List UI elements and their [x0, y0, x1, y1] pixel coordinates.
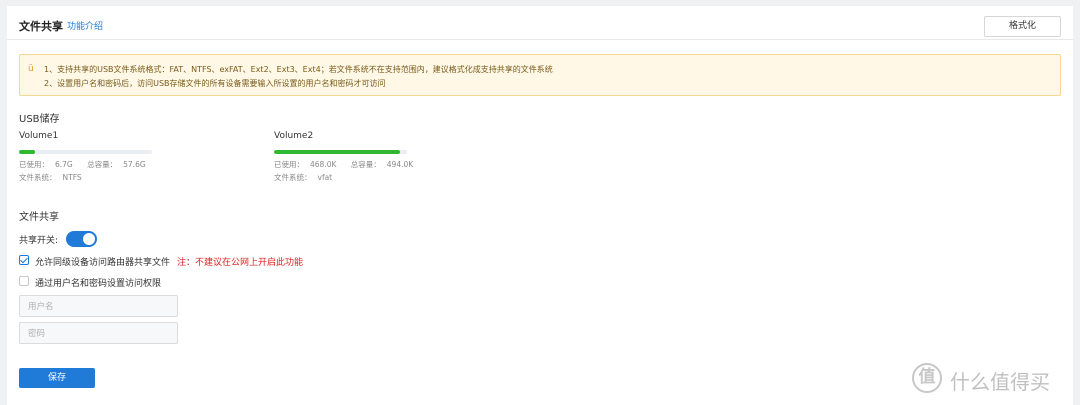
volume-usage-text: 已使用： 6.7G 总容量： 57.6G	[19, 160, 146, 169]
format-button[interactable]: 格式化	[984, 16, 1061, 37]
smile-icon: ü	[28, 64, 34, 74]
password-input[interactable]	[19, 322, 178, 344]
volume-usage-bar	[19, 150, 152, 154]
watermark-logo-icon: 值	[912, 363, 942, 393]
page-title: 文件共享	[19, 20, 63, 33]
warning-text: 注：不建议在公网上开启此功能	[177, 258, 304, 268]
notice-line-1: 1、支持共享的USB文件系统格式：FAT、NTFS、exFAT、Ext2、Ext…	[44, 65, 553, 74]
watermark: 值 什么值得买	[912, 362, 1072, 396]
watermark-text: 什么值得买	[950, 370, 1050, 394]
share-toggle[interactable]	[66, 231, 97, 247]
volume-name: Volume2	[274, 131, 314, 141]
volume-usage-fill	[19, 150, 35, 154]
notice-line-2: 2、设置用户名和密码后，访问USB存储文件的所有设备需要输入所设置的用户名和密码…	[44, 79, 386, 88]
notice-box: ü 1、支持共享的USB文件系统格式：FAT、NTFS、exFAT、Ext2、E…	[19, 54, 1061, 96]
share-section-title: 文件共享	[19, 212, 59, 223]
help-link[interactable]: 功能介绍	[67, 19, 103, 32]
file-share-panel: 文件共享 功能介绍 格式化 ü 1、支持共享的USB文件系统格式：FAT、NTF…	[7, 6, 1073, 405]
volume-fs-text: 文件系统： vfat	[274, 173, 333, 182]
username-input[interactable]	[19, 295, 178, 317]
volume-name: Volume1	[19, 131, 59, 141]
volume-fs-text: 文件系统： NTFS	[19, 173, 82, 182]
panel-header: 文件共享 功能介绍 格式化	[7, 6, 1073, 40]
allow-lan-label: 允许同级设备访问路由器共享文件	[35, 258, 171, 268]
usb-section-title: USB储存	[19, 114, 60, 125]
save-button[interactable]: 保存	[19, 368, 95, 388]
toggle-knob	[83, 233, 95, 245]
auth-label: 通过用户名和密码设置访问权限	[35, 279, 162, 289]
volume-usage-bar	[274, 150, 407, 154]
auth-checkbox[interactable]	[19, 276, 29, 286]
volume-usage-text: 已使用： 468.0K 总容量： 494.0K	[274, 160, 414, 169]
allow-lan-checkbox[interactable]	[19, 255, 29, 265]
share-toggle-label: 共享开关:	[19, 236, 59, 246]
volume-usage-fill	[274, 150, 401, 154]
